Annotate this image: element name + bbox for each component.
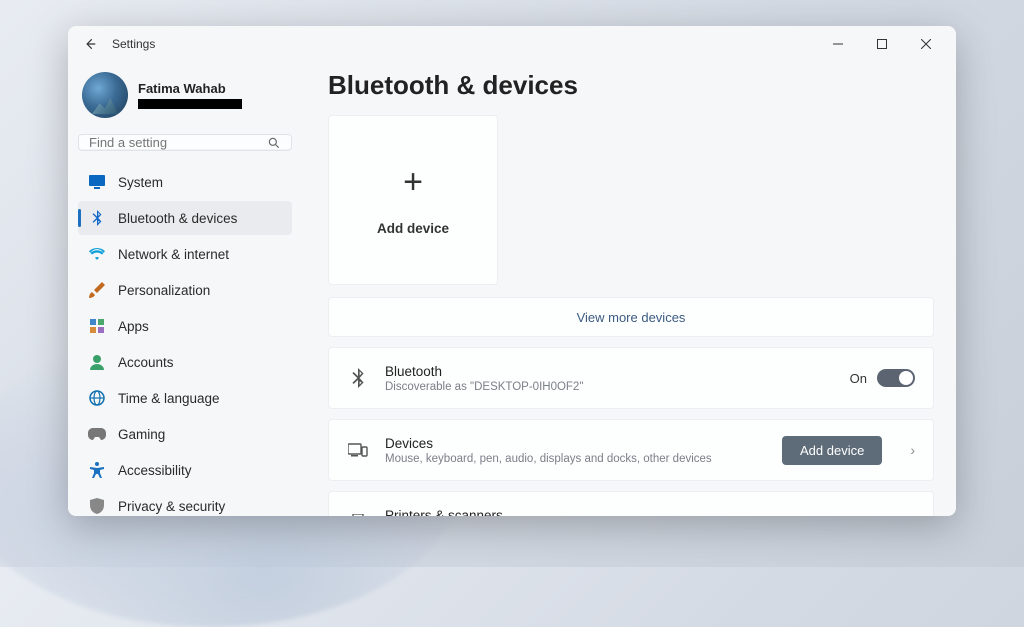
sidebar-item-bluetooth-devices[interactable]: Bluetooth & devices	[78, 201, 292, 235]
maximize-icon	[877, 39, 887, 49]
bluetooth-row[interactable]: Bluetooth Discoverable as "DESKTOP-0IH0O…	[328, 347, 934, 409]
sidebar-item-label: Privacy & security	[118, 499, 225, 514]
nav-list: System Bluetooth & devices Network & int…	[78, 165, 292, 516]
sidebar-item-label: System	[118, 175, 163, 190]
sidebar-item-apps[interactable]: Apps	[78, 309, 292, 343]
chevron-right-icon: ›	[910, 442, 915, 458]
main-content: Bluetooth & devices + Add device View mo…	[302, 62, 956, 516]
sidebar-item-label: Accounts	[118, 355, 174, 370]
avatar	[82, 72, 128, 118]
page-title: Bluetooth & devices	[328, 70, 934, 101]
profile-name: Fatima Wahab	[138, 81, 242, 96]
bluetooth-icon	[347, 368, 369, 388]
bluetooth-toggle[interactable]	[877, 369, 915, 387]
profile-email-redacted	[138, 99, 242, 109]
sidebar-item-label: Bluetooth & devices	[118, 211, 237, 226]
view-more-label: View more devices	[577, 310, 686, 325]
sidebar-item-accessibility[interactable]: Accessibility	[78, 453, 292, 487]
wifi-icon	[88, 245, 106, 263]
chevron-right-icon: ›	[910, 514, 915, 516]
sidebar-item-network[interactable]: Network & internet	[78, 237, 292, 271]
sidebar: Fatima Wahab System	[68, 62, 302, 516]
search-icon	[267, 136, 281, 150]
bluetooth-toggle-group: On	[850, 369, 915, 387]
sidebar-item-gaming[interactable]: Gaming	[78, 417, 292, 451]
printers-row[interactable]: Printers & scanners Preferences, trouble…	[328, 491, 934, 516]
sidebar-item-label: Network & internet	[118, 247, 229, 262]
devices-icon	[347, 442, 369, 458]
accessibility-icon	[88, 461, 106, 479]
window-controls	[816, 29, 948, 59]
bluetooth-subtitle: Discoverable as "DESKTOP-0IH0OF2"	[385, 381, 834, 393]
back-button[interactable]	[76, 30, 104, 58]
printer-icon	[347, 514, 369, 516]
sidebar-item-accounts[interactable]: Accounts	[78, 345, 292, 379]
paintbrush-icon	[88, 281, 106, 299]
minimize-icon	[833, 39, 843, 49]
window-title: Settings	[112, 37, 155, 51]
search-box[interactable]	[78, 134, 292, 151]
printers-title: Printers & scanners	[385, 508, 882, 517]
device-tiles: + Add device	[328, 115, 934, 285]
apps-icon	[88, 317, 106, 335]
plus-icon: +	[403, 165, 423, 199]
view-more-devices-button[interactable]: View more devices	[328, 297, 934, 337]
bluetooth-toggle-state: On	[850, 371, 867, 386]
sidebar-item-time-language[interactable]: Time & language	[78, 381, 292, 415]
sidebar-item-label: Gaming	[118, 427, 165, 442]
close-button[interactable]	[904, 29, 948, 59]
maximize-button[interactable]	[860, 29, 904, 59]
sidebar-item-privacy-security[interactable]: Privacy & security	[78, 489, 292, 516]
devices-title: Devices	[385, 436, 766, 451]
gamepad-icon	[88, 425, 106, 443]
profile-block[interactable]: Fatima Wahab	[78, 66, 292, 128]
arrow-left-icon	[83, 37, 97, 51]
sidebar-item-label: Apps	[118, 319, 149, 334]
devices-row[interactable]: Devices Mouse, keyboard, pen, audio, dis…	[328, 419, 934, 481]
settings-window: Settings Fatima Wahab	[68, 26, 956, 516]
sidebar-item-system[interactable]: System	[78, 165, 292, 199]
bluetooth-icon	[88, 209, 106, 227]
titlebar: Settings	[68, 26, 956, 62]
shield-icon	[88, 497, 106, 515]
add-device-button[interactable]: Add device	[782, 436, 882, 465]
sidebar-item-personalization[interactable]: Personalization	[78, 273, 292, 307]
bluetooth-title: Bluetooth	[385, 364, 834, 379]
add-device-tile[interactable]: + Add device	[328, 115, 498, 285]
minimize-button[interactable]	[816, 29, 860, 59]
display-icon	[88, 173, 106, 191]
close-icon	[921, 39, 931, 49]
add-device-label: Add device	[377, 221, 449, 236]
globe-clock-icon	[88, 389, 106, 407]
search-input[interactable]	[89, 135, 267, 150]
sidebar-item-label: Time & language	[118, 391, 220, 406]
sidebar-item-label: Accessibility	[118, 463, 192, 478]
person-icon	[88, 353, 106, 371]
devices-subtitle: Mouse, keyboard, pen, audio, displays an…	[385, 453, 766, 465]
sidebar-item-label: Personalization	[118, 283, 210, 298]
